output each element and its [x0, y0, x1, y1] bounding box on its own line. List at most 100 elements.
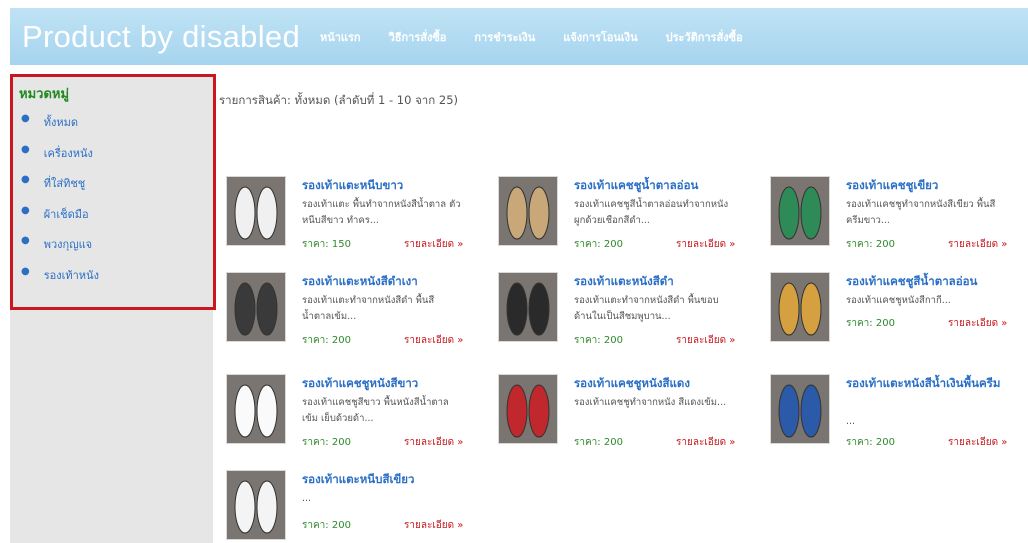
price-prefix: ราคา: [574, 239, 601, 250]
shoe-icon [499, 177, 557, 245]
site-title[interactable]: Product by disabled [22, 19, 300, 55]
product-title[interactable]: รองเท้าแตะหนังสีดำ [574, 272, 754, 290]
details-link[interactable]: รายละเอียด » [676, 333, 735, 348]
product-title[interactable]: รองเท้าแตะหนีบขาว [302, 176, 482, 194]
price-value: 200 [331, 520, 351, 531]
details-link[interactable]: รายละเอียด » [404, 237, 463, 252]
details-link[interactable]: รายละเอียด » [948, 435, 1007, 450]
category-label[interactable]: เครื่องหนัง [44, 144, 93, 162]
product-image[interactable] [770, 374, 830, 444]
nav-order-history[interactable]: ประวัติการสั่งซื้อ [666, 28, 743, 46]
product-description: รองเท้าแตะ พื้นทำจากหนังสีน้ำตาล ตัวหนีบ… [302, 199, 461, 226]
product-card: รองเท้าแตะหนังสีดำเงา รองเท้าแตะทำจากหนั… [226, 266, 476, 361]
product-image[interactable] [498, 176, 558, 246]
price-prefix: ราคา: [574, 437, 601, 448]
category-label[interactable]: ที่ใส่ทิชชู [44, 174, 86, 192]
product-image[interactable] [226, 272, 286, 342]
category-item-leather-goods[interactable]: ● เครื่องหนัง [21, 144, 99, 175]
price-prefix: ราคา: [302, 520, 329, 531]
price-value: 200 [331, 437, 351, 448]
price-value: 200 [603, 335, 623, 346]
category-label[interactable]: ผ้าเช็ดมือ [44, 205, 89, 223]
price-value: 200 [875, 318, 895, 329]
product-title[interactable]: รองเท้าแตะหนังสีน้ำเงินพื้นครีม [846, 374, 1016, 392]
product-price: ราคา: 150 [302, 237, 351, 252]
product-description: รองเท้าแตะทำจากหนังสีดำ พื้นสีน้ำตาลเข้ม… [302, 295, 435, 322]
product-image[interactable] [770, 272, 830, 342]
price-value: 200 [331, 335, 351, 346]
product-image[interactable] [498, 374, 558, 444]
product-price: ราคา: 200 [574, 435, 623, 450]
price-prefix: ราคา: [846, 239, 873, 250]
bullet-icon: ● [21, 174, 30, 186]
shoe-icon [227, 177, 285, 245]
category-item-tissue-holder[interactable]: ● ที่ใส่ทิชชู [21, 174, 99, 205]
details-link[interactable]: รายละเอียด » [948, 237, 1007, 252]
price-value: 200 [875, 239, 895, 250]
product-title[interactable]: รองเท้าแตะหนีบสีเขียว [302, 470, 482, 488]
bullet-icon: ● [21, 265, 30, 277]
category-label[interactable]: พวงกุญแจ [44, 235, 92, 253]
product-card: รองเท้าแคชชูสีน้ำตาลอ่อน รองเท้าแคชชูหนั… [770, 266, 1020, 361]
price-prefix: ราคา: [846, 318, 873, 329]
product-description: รองเท้าแคชชูสีน้ำตาลอ่อนทำจากหนัง ผูกด้ว… [574, 199, 729, 226]
product-price: ราคา: 200 [302, 435, 351, 450]
category-item-hand-towel[interactable]: ● ผ้าเช็ดมือ [21, 205, 99, 236]
category-item-keychain[interactable]: ● พวงกุญแจ [21, 235, 99, 266]
product-card: รองเท้าแคชชูน้ำตาลอ่อน รองเท้าแคชชูสีน้ำ… [498, 170, 748, 265]
shoe-icon [771, 177, 829, 245]
product-description: รองเท้าแคชชูทำจากหนังสีเขียว พื้นสีครีมข… [846, 199, 996, 226]
details-link[interactable]: รายละเอียด » [404, 435, 463, 450]
nav-transfer-notice[interactable]: แจ้งการโอนเงิน [563, 28, 637, 46]
nav-how-to-order[interactable]: วิธีการสั่งซื้อ [389, 28, 447, 46]
nav-home[interactable]: หน้าแรก [320, 28, 361, 46]
details-link[interactable]: รายละเอียด » [948, 316, 1007, 331]
price-prefix: ราคา: [302, 437, 329, 448]
product-price: ราคา: 200 [846, 435, 895, 450]
bullet-icon: ● [21, 204, 30, 216]
price-prefix: ราคา: [302, 239, 329, 250]
category-label[interactable]: รองเท้าหนัง [44, 266, 99, 284]
product-title[interactable]: รองเท้าแคชชูสีน้ำตาลอ่อน [846, 272, 1026, 290]
product-title[interactable]: รองเท้าแคชชูเขียว [846, 176, 1026, 194]
product-title[interactable]: รองเท้าแคชชูหนังสีแดง [574, 374, 754, 392]
shoe-icon [499, 273, 557, 341]
product-image[interactable] [770, 176, 830, 246]
price-prefix: ราคา: [574, 335, 601, 346]
product-title[interactable]: รองเท้าแตะหนังสีดำเงา [302, 272, 482, 290]
details-link[interactable]: รายละเอียด » [676, 435, 735, 450]
listing-summary: รายการสินค้า: ทั้งหมด (ลำดับที่ 1 - 10 จ… [219, 93, 459, 107]
product-card: รองเท้าแตะหนีบขาว รองเท้าแตะ พื้นทำจากหน… [226, 170, 476, 265]
product-price: ราคา: 200 [302, 518, 351, 533]
product-card: รองเท้าแตะหนีบสีเขียว ... ราคา: 200 รายล… [226, 464, 476, 543]
details-link[interactable]: รายละเอียด » [676, 237, 735, 252]
product-image[interactable] [498, 272, 558, 342]
price-value: 200 [603, 239, 623, 250]
category-sidebar: หมวดหมู่ ● ทั้งหมด ● เครื่องหนัง ● ที่ใส่ทิ… [10, 74, 216, 310]
product-image[interactable] [226, 374, 286, 444]
product-card: รองเท้าแคชชูหนังสีขาว รองเท้าแคชชูสีขาว … [226, 368, 476, 463]
category-item-all[interactable]: ● ทั้งหมด [21, 113, 99, 144]
product-title[interactable]: รองเท้าแคชชูน้ำตาลอ่อน [574, 176, 754, 194]
top-nav: หน้าแรก วิธีการสั่งซื้อ การชำระเงิน แจ้ง… [320, 28, 771, 46]
product-price: ราคา: 200 [302, 333, 351, 348]
product-image[interactable] [226, 176, 286, 246]
details-link[interactable]: รายละเอียด » [404, 333, 463, 348]
category-item-leather-shoes[interactable]: ● รองเท้าหนัง [21, 266, 99, 297]
product-title[interactable]: รองเท้าแคชชูหนังสีขาว [302, 374, 482, 392]
product-card: รองเท้าแตะหนังสีดำ รองเท้าแตะทำจากหนังสี… [498, 266, 748, 361]
product-price: ราคา: 200 [574, 333, 623, 348]
product-price: ราคา: 200 [846, 237, 895, 252]
category-label[interactable]: ทั้งหมด [44, 113, 78, 131]
product-card: รองเท้าแคชชูเขียว รองเท้าแคชชูทำจากหนังส… [770, 170, 1020, 265]
product-description: รองเท้าแคชชูทำจากหนัง สีแดงเข้ม... [574, 397, 727, 408]
nav-payment[interactable]: การชำระเงิน [474, 28, 535, 46]
product-image[interactable] [226, 470, 286, 540]
shoe-icon [499, 375, 557, 443]
product-description: ... [846, 416, 856, 427]
price-value: 200 [603, 437, 623, 448]
details-link[interactable]: รายละเอียด » [404, 518, 463, 533]
product-card: รองเท้าแคชชูหนังสีแดง รองเท้าแคชชูทำจากห… [498, 368, 748, 463]
shoe-icon [227, 471, 285, 539]
price-prefix: ราคา: [302, 335, 329, 346]
